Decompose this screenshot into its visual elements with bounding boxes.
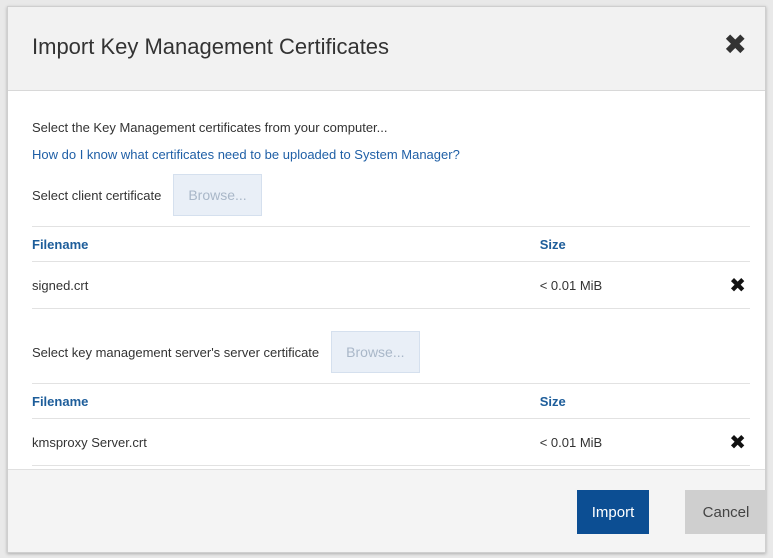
cancel-button[interactable]: Cancel xyxy=(685,490,767,534)
import-certificates-dialog: Import Key Management Certificates ✖ Sel… xyxy=(7,6,767,553)
file-name: signed.crt xyxy=(32,261,540,309)
server-cert-table: Filename Size kmsproxy Server.crt < 0.01… xyxy=(32,383,750,466)
table-row: kmsproxy Server.crt < 0.01 MiB ✖ xyxy=(32,418,750,466)
file-name: kmsproxy Server.crt xyxy=(32,418,540,466)
help-link[interactable]: How do I know what certificates need to … xyxy=(32,147,750,162)
dialog-header: Import Key Management Certificates ✖ xyxy=(8,7,765,91)
remove-header xyxy=(729,226,750,262)
file-size: < 0.01 MiB xyxy=(539,418,730,466)
dialog-body: Select the Key Management certificates f… xyxy=(32,107,750,466)
remove-header xyxy=(729,383,750,419)
client-browse-button[interactable]: Browse... xyxy=(173,174,262,216)
table-header-row: Filename Size xyxy=(32,226,750,262)
intro-text: Select the Key Management certificates f… xyxy=(32,120,388,135)
size-header: Size xyxy=(539,226,730,262)
size-header: Size xyxy=(539,383,730,419)
table-row: signed.crt < 0.01 MiB ✖ xyxy=(32,261,750,309)
dialog-footer: Import Cancel xyxy=(8,469,767,552)
remove-icon[interactable]: ✖ xyxy=(729,432,746,454)
server-browse-button[interactable]: Browse... xyxy=(331,331,420,373)
remove-icon[interactable]: ✖ xyxy=(729,275,746,297)
table-header-row: Filename Size xyxy=(32,383,750,419)
filename-header: Filename xyxy=(32,383,540,419)
server-cert-label: Select key management server's server ce… xyxy=(32,344,320,360)
file-size: < 0.01 MiB xyxy=(539,261,730,309)
dialog-title: Import Key Management Certificates xyxy=(32,34,390,59)
server-cert-select-row: Select key management server's server ce… xyxy=(32,331,750,373)
filename-header: Filename xyxy=(32,226,540,262)
client-cert-select-row: Select client certificate Browse... xyxy=(32,174,750,216)
import-button[interactable]: Import xyxy=(577,490,649,534)
client-cert-table: Filename Size signed.crt < 0.01 MiB ✖ xyxy=(32,226,750,309)
client-cert-label: Select client certificate xyxy=(32,187,162,203)
close-icon[interactable]: ✖ xyxy=(724,31,747,59)
